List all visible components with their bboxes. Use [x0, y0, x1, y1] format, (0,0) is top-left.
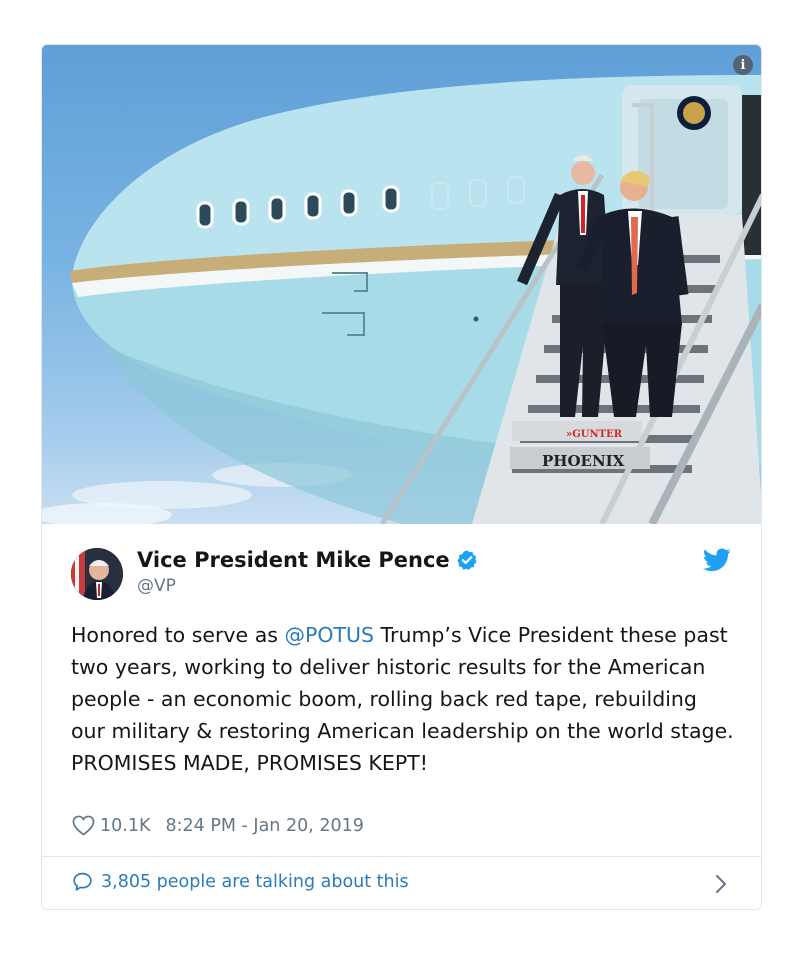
tweet-text: Honored to serve as @POTUS Trump’s Vice … — [71, 619, 736, 779]
tweet-photo[interactable]: »GUNTER PHOENIX i — [42, 45, 761, 524]
tweet-text-part-1: Honored to serve as — [71, 623, 285, 647]
stair-sign-gunter: »GUNTER — [566, 429, 623, 440]
speech-bubble-icon — [73, 872, 92, 891]
verified-badge-icon — [457, 550, 477, 570]
embedded-tweet-card: »GUNTER PHOENIX i Vice President Mike Pe… — [41, 44, 762, 910]
tweet-meta: 10.1K 8:24 PM - Jan 20, 2019 — [72, 815, 364, 836]
chevron-right-icon[interactable] — [715, 874, 727, 894]
stair-sign-phoenix: PHOENIX — [542, 452, 625, 470]
talking-count-text[interactable]: 3,805 people are talking about this — [101, 872, 409, 892]
mention-potus-link[interactable]: @POTUS — [284, 623, 374, 647]
heart-icon[interactable] — [72, 815, 95, 836]
air-force-one-photo: »GUNTER PHOENIX — [42, 75, 761, 524]
footer-divider — [42, 856, 761, 857]
author-handle[interactable]: @VP — [137, 576, 176, 596]
talking-about-link[interactable]: 3,805 people are talking about this — [72, 871, 409, 892]
info-icon[interactable]: i — [733, 55, 753, 75]
like-count[interactable]: 10.1K — [100, 816, 150, 836]
avatar-photo — [71, 548, 123, 600]
author-display-name[interactable]: Vice President Mike Pence — [137, 548, 450, 572]
author-name-row[interactable]: Vice President Mike Pence — [137, 548, 478, 572]
tweet-timestamp[interactable]: 8:24 PM - Jan 20, 2019 — [165, 816, 363, 836]
twitter-bird-icon[interactable] — [703, 548, 731, 572]
avatar[interactable] — [71, 548, 123, 600]
